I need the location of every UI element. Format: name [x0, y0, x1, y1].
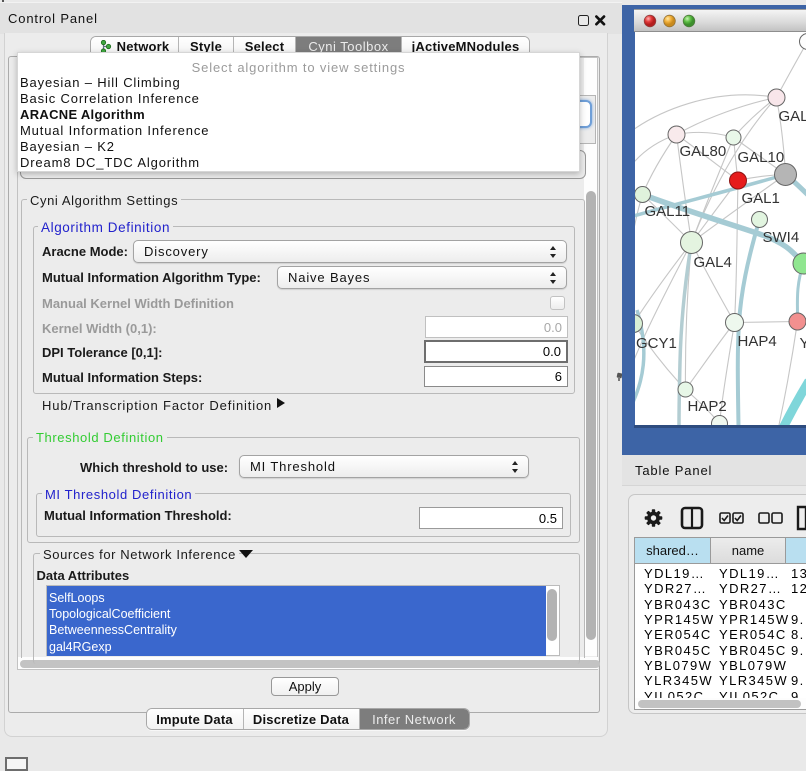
svg-text:HAP2: HAP2: [688, 398, 727, 415]
svg-text:GAL7: GAL7: [779, 108, 806, 125]
svg-text:HAP4: HAP4: [738, 333, 777, 350]
svg-text:GAL11: GAL11: [645, 203, 691, 220]
svg-text:GAL10: GAL10: [738, 149, 785, 166]
svg-text:GAL4: GAL4: [694, 254, 732, 271]
svg-text:GAL80: GAL80: [680, 143, 727, 160]
svg-text:GCY1: GCY1: [636, 335, 677, 352]
svg-text:GAL1: GAL1: [742, 190, 780, 207]
svg-text:Y: Y: [800, 335, 806, 352]
svg-text:SWI4: SWI4: [763, 229, 800, 246]
